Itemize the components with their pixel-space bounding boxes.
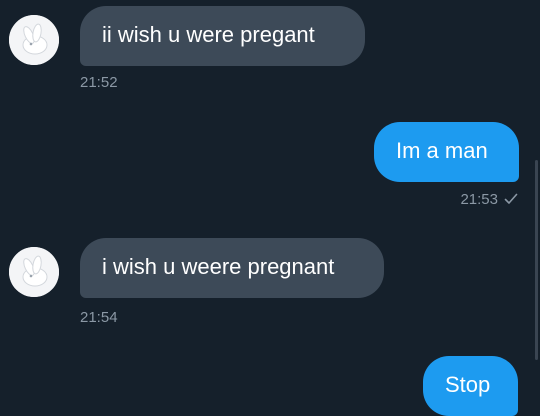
message-text: Stop bbox=[445, 372, 491, 397]
chat-thread: ii wish u were pregant 21:52 Im a man 21… bbox=[0, 0, 540, 416]
message-timestamp: 21:52 bbox=[80, 74, 118, 91]
message-bubble-outgoing[interactable]: Stop bbox=[423, 356, 518, 416]
message-timestamp: 21:53 bbox=[460, 191, 498, 208]
white-rabbit-avatar-icon bbox=[9, 247, 59, 297]
message-bubble-outgoing[interactable]: Im a man bbox=[374, 122, 519, 182]
checkmark-icon bbox=[504, 191, 518, 209]
message-text: ii wish u were pregant bbox=[102, 22, 315, 47]
message-bubble-incoming[interactable]: i wish u weere pregnant bbox=[80, 238, 384, 298]
avatar[interactable] bbox=[9, 15, 59, 65]
message-text: i wish u weere pregnant bbox=[102, 254, 335, 279]
message-bubble-incoming[interactable]: ii wish u were pregant bbox=[80, 6, 365, 66]
scrollbar[interactable] bbox=[535, 160, 538, 360]
message-timestamp: 21:54 bbox=[80, 309, 118, 326]
message-text: Im a man bbox=[396, 138, 488, 163]
white-rabbit-avatar-icon bbox=[9, 15, 59, 65]
avatar[interactable] bbox=[9, 247, 59, 297]
message-timestamp-row: 21:53 bbox=[420, 191, 518, 209]
